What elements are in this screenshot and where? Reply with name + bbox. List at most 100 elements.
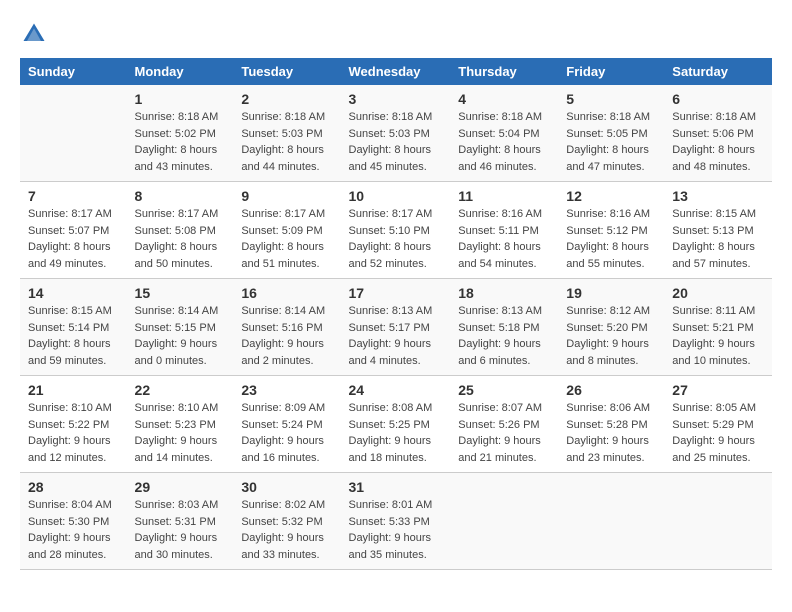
day-number: 4 (458, 91, 550, 107)
day-number: 24 (349, 382, 443, 398)
day-info: Sunrise: 8:05 AMSunset: 5:29 PMDaylight:… (672, 400, 764, 466)
day-info: Sunrise: 8:18 AMSunset: 5:03 PMDaylight:… (241, 109, 332, 175)
calendar-cell: 9Sunrise: 8:17 AMSunset: 5:09 PMDaylight… (233, 182, 340, 279)
day-info: Sunrise: 8:07 AMSunset: 5:26 PMDaylight:… (458, 400, 550, 466)
day-number: 29 (135, 479, 226, 495)
calendar-cell: 21Sunrise: 8:10 AMSunset: 5:22 PMDayligh… (20, 376, 127, 473)
day-number: 16 (241, 285, 332, 301)
day-info: Sunrise: 8:18 AMSunset: 5:03 PMDaylight:… (349, 109, 443, 175)
day-number: 13 (672, 188, 764, 204)
calendar-week-row: 7 Sunrise: 8:17 AMSunset: 5:07 PMDaylight… (20, 182, 772, 279)
day-number: 3 (349, 91, 443, 107)
day-number: 31 (349, 479, 443, 495)
day-info: Sunrise: 8:11 AMSunset: 5:21 PMDaylight:… (672, 303, 764, 369)
day-number: 7 (28, 188, 119, 204)
day-info: Sunrise: 8:13 AMSunset: 5:18 PMDaylight:… (458, 303, 550, 369)
day-number: 11 (458, 188, 550, 204)
calendar-cell: 24 Sunrise: 8:08 AMSunset: 5:25 PMDayligh… (341, 376, 451, 473)
header-day: Friday (558, 58, 664, 85)
logo (20, 20, 52, 48)
day-number: 26 (566, 382, 656, 398)
calendar-cell: 18 Sunrise: 8:13 AMSunset: 5:18 PMDayligh… (450, 279, 558, 376)
calendar-cell (20, 85, 127, 182)
calendar-cell: 13 Sunrise: 8:15 AMSunset: 5:13 PMDayligh… (664, 182, 772, 279)
day-info: Sunrise: 8:15 AMSunset: 5:13 PMDaylight:… (672, 206, 764, 272)
day-number: 5 (566, 91, 656, 107)
day-number: 23 (241, 382, 332, 398)
day-number: 2 (241, 91, 332, 107)
calendar-cell: 2 Sunrise: 8:18 AMSunset: 5:03 PMDaylight… (233, 85, 340, 182)
day-info: Sunrise: 8:17 AMSunset: 5:08 PMDaylight:… (135, 206, 226, 272)
day-info: Sunrise: 8:13 AMSunset: 5:17 PMDaylight:… (349, 303, 443, 369)
calendar-cell: 19Sunrise: 8:12 AMSunset: 5:20 PMDayligh… (558, 279, 664, 376)
calendar-cell: 16 Sunrise: 8:14 AMSunset: 5:16 PMDayligh… (233, 279, 340, 376)
header-day: Wednesday (341, 58, 451, 85)
calendar-cell: 26Sunrise: 8:06 AMSunset: 5:28 PMDayligh… (558, 376, 664, 473)
day-info: Sunrise: 8:18 AMSunset: 5:05 PMDaylight:… (566, 109, 656, 175)
day-number: 19 (566, 285, 656, 301)
day-number: 9 (241, 188, 332, 204)
day-number: 30 (241, 479, 332, 495)
header-day: Thursday (450, 58, 558, 85)
header-day: Sunday (20, 58, 127, 85)
calendar-cell: 20 Sunrise: 8:11 AMSunset: 5:21 PMDayligh… (664, 279, 772, 376)
calendar-cell: 10 Sunrise: 8:17 AMSunset: 5:10 PMDayligh… (341, 182, 451, 279)
day-info: Sunrise: 8:08 AMSunset: 5:25 PMDaylight:… (349, 400, 443, 466)
day-number: 10 (349, 188, 443, 204)
calendar-week-row: 14 Sunrise: 8:15 AMSunset: 5:14 PMDayligh… (20, 279, 772, 376)
day-info: Sunrise: 8:17 AMSunset: 5:07 PMDaylight:… (28, 206, 119, 272)
day-number: 25 (458, 382, 550, 398)
calendar-cell (450, 473, 558, 570)
day-number: 6 (672, 91, 764, 107)
day-info: Sunrise: 8:02 AMSunset: 5:32 PMDaylight:… (241, 497, 332, 563)
day-info: Sunrise: 8:10 AMSunset: 5:22 PMDaylight:… (28, 400, 119, 466)
day-number: 14 (28, 285, 119, 301)
day-info: Sunrise: 8:01 AMSunset: 5:33 PMDaylight:… (349, 497, 443, 563)
calendar-week-row: 1Sunrise: 8:18 AMSunset: 5:02 PMDaylight… (20, 85, 772, 182)
calendar-cell: 31 Sunrise: 8:01 AMSunset: 5:33 PMDayligh… (341, 473, 451, 570)
day-info: Sunrise: 8:03 AMSunset: 5:31 PMDaylight:… (135, 497, 226, 563)
day-info: Sunrise: 8:09 AMSunset: 5:24 PMDaylight:… (241, 400, 332, 466)
day-info: Sunrise: 8:04 AMSunset: 5:30 PMDaylight:… (28, 497, 119, 563)
calendar-cell: 27 Sunrise: 8:05 AMSunset: 5:29 PMDayligh… (664, 376, 772, 473)
calendar-cell: 14 Sunrise: 8:15 AMSunset: 5:14 PMDayligh… (20, 279, 127, 376)
day-number: 18 (458, 285, 550, 301)
calendar-cell: 3 Sunrise: 8:18 AMSunset: 5:03 PMDaylight… (341, 85, 451, 182)
header-row: SundayMondayTuesdayWednesdayThursdayFrid… (20, 58, 772, 85)
calendar-cell: 25 Sunrise: 8:07 AMSunset: 5:26 PMDayligh… (450, 376, 558, 473)
calendar-cell: 15Sunrise: 8:14 AMSunset: 5:15 PMDayligh… (127, 279, 234, 376)
logo-icon (20, 20, 48, 48)
day-number: 8 (135, 188, 226, 204)
day-info: Sunrise: 8:14 AMSunset: 5:16 PMDaylight:… (241, 303, 332, 369)
calendar-cell (558, 473, 664, 570)
day-info: Sunrise: 8:18 AMSunset: 5:04 PMDaylight:… (458, 109, 550, 175)
calendar-cell: 7 Sunrise: 8:17 AMSunset: 5:07 PMDaylight… (20, 182, 127, 279)
day-number: 17 (349, 285, 443, 301)
day-number: 27 (672, 382, 764, 398)
calendar-cell: 23 Sunrise: 8:09 AMSunset: 5:24 PMDayligh… (233, 376, 340, 473)
calendar-cell: 30 Sunrise: 8:02 AMSunset: 5:32 PMDayligh… (233, 473, 340, 570)
calendar-cell: 4 Sunrise: 8:18 AMSunset: 5:04 PMDaylight… (450, 85, 558, 182)
calendar-cell: 11 Sunrise: 8:16 AMSunset: 5:11 PMDayligh… (450, 182, 558, 279)
calendar-cell: 22 Sunrise: 8:10 AMSunset: 5:23 PMDayligh… (127, 376, 234, 473)
day-number: 22 (135, 382, 226, 398)
day-info: Sunrise: 8:16 AMSunset: 5:11 PMDaylight:… (458, 206, 550, 272)
calendar-cell: 28 Sunrise: 8:04 AMSunset: 5:30 PMDayligh… (20, 473, 127, 570)
day-info: Sunrise: 8:18 AMSunset: 5:06 PMDaylight:… (672, 109, 764, 175)
day-info: Sunrise: 8:15 AMSunset: 5:14 PMDaylight:… (28, 303, 119, 369)
day-info: Sunrise: 8:10 AMSunset: 5:23 PMDaylight:… (135, 400, 226, 466)
calendar-cell: 17 Sunrise: 8:13 AMSunset: 5:17 PMDayligh… (341, 279, 451, 376)
calendar-cell: 8 Sunrise: 8:17 AMSunset: 5:08 PMDaylight… (127, 182, 234, 279)
day-number: 1 (135, 91, 226, 107)
calendar-table: SundayMondayTuesdayWednesdayThursdayFrid… (20, 58, 772, 570)
calendar-cell: 5 Sunrise: 8:18 AMSunset: 5:05 PMDaylight… (558, 85, 664, 182)
header-day: Monday (127, 58, 234, 85)
day-number: 20 (672, 285, 764, 301)
page-header (20, 20, 772, 48)
day-number: 28 (28, 479, 119, 495)
header-day: Tuesday (233, 58, 340, 85)
calendar-week-row: 21Sunrise: 8:10 AMSunset: 5:22 PMDayligh… (20, 376, 772, 473)
day-info: Sunrise: 8:17 AMSunset: 5:10 PMDaylight:… (349, 206, 443, 272)
calendar-cell (664, 473, 772, 570)
day-number: 12 (566, 188, 656, 204)
